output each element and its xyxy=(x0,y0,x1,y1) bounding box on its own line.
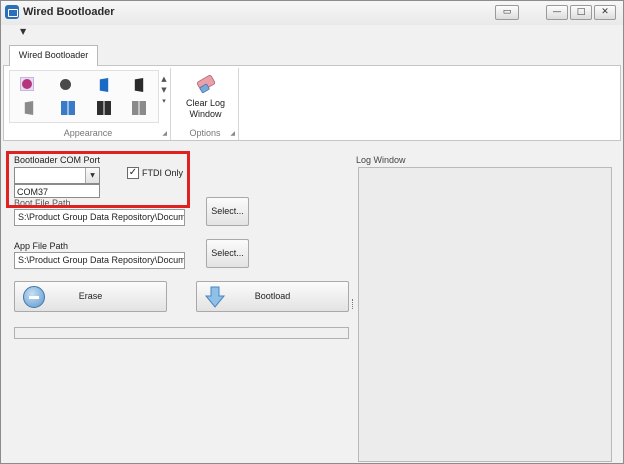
gallery-scroll-down-icon[interactable]: ▼ xyxy=(159,85,169,96)
boot-file-path-input[interactable]: S:\Product Group Data Repository\Docum xyxy=(14,209,185,226)
boot-file-path-label: Boot File Path xyxy=(14,198,71,208)
options-group: Clear Log Window Options ◢ xyxy=(172,68,239,140)
ribbon: ▲ ▼ ▾ Appearance ◢ Clear Log Window Opti… xyxy=(3,65,621,141)
com-port-dropdown-list: COM37 xyxy=(14,184,100,198)
ftdi-only-label: FTDI Only xyxy=(142,168,184,178)
gallery-scroll: ▲ ▼ ▾ xyxy=(159,74,169,107)
tiles-blue-icon[interactable] xyxy=(61,101,75,115)
com-port-option[interactable]: COM37 xyxy=(17,187,48,197)
gallery-more-icon[interactable]: ▾ xyxy=(159,96,169,107)
com-port-label: Bootloader COM Port xyxy=(14,155,101,165)
bootload-label: Bootload xyxy=(254,291,291,301)
office-dark-icon[interactable] xyxy=(134,78,144,92)
splitter-handle[interactable] xyxy=(352,299,354,309)
maximize-button[interactable]: □ xyxy=(570,5,592,20)
app-file-path-label: App File Path xyxy=(14,241,69,251)
circle-pink-icon xyxy=(22,79,32,89)
app-file-path-input[interactable]: S:\Product Group Data Repository\Docum xyxy=(14,252,185,269)
bootload-button[interactable]: Bootload xyxy=(196,281,349,312)
tiles-dark-icon[interactable] xyxy=(97,101,111,115)
app-file-select-button[interactable]: Select... xyxy=(206,239,249,268)
title-bar: Wired Bootloader ▭ — □ ✕ xyxy=(1,1,623,25)
com-port-dropdown-icon[interactable]: ▼ xyxy=(85,168,99,183)
app-icon xyxy=(5,5,19,19)
options-group-label: Options xyxy=(189,128,221,138)
progress-bar xyxy=(14,327,349,339)
clear-log-window-button[interactable]: Clear Log Window xyxy=(174,98,237,120)
clear-log-label-line2: Window xyxy=(189,109,222,119)
skin-pink-icon[interactable] xyxy=(20,77,34,91)
circle-dark-icon[interactable] xyxy=(60,79,71,90)
minimize-button[interactable]: — xyxy=(546,5,568,20)
log-window[interactable] xyxy=(358,167,612,462)
office-gray-icon[interactable] xyxy=(24,101,34,115)
ftdi-only-checkbox[interactable]: ✓ xyxy=(127,167,139,179)
erase-minus-icon xyxy=(23,286,45,308)
erase-button[interactable]: Erase xyxy=(14,281,167,312)
eraser-icon xyxy=(196,75,216,94)
clear-log-label-line1: Clear Log xyxy=(185,98,226,108)
office-blue-icon[interactable] xyxy=(99,78,109,92)
appearance-launcher-icon[interactable]: ◢ xyxy=(162,130,167,137)
appearance-group-label: Appearance xyxy=(63,128,113,138)
appearance-gallery xyxy=(9,70,159,123)
app-window: Wired Bootloader ▭ — □ ✕ ▼ Wired Bootloa… xyxy=(0,0,624,464)
tab-wired-bootloader[interactable]: Wired Bootloader xyxy=(9,45,98,66)
restore-layout-button[interactable]: ▭ xyxy=(495,5,519,20)
tiles-gray-icon[interactable] xyxy=(132,101,146,115)
close-button[interactable]: ✕ xyxy=(594,5,616,20)
appearance-group: ▲ ▼ ▾ Appearance ◢ xyxy=(6,68,171,140)
options-launcher-icon[interactable]: ◢ xyxy=(230,130,235,137)
log-window-title: Log Window xyxy=(356,155,406,165)
window-title: Wired Bootloader xyxy=(23,6,115,18)
erase-label: Erase xyxy=(78,291,103,301)
gallery-scroll-up-icon[interactable]: ▲ xyxy=(159,74,169,85)
quick-access-dropdown[interactable]: ▼ xyxy=(20,27,26,36)
download-arrow-icon xyxy=(205,286,225,308)
com-port-combo[interactable]: ▼ xyxy=(14,167,100,184)
boot-file-select-button[interactable]: Select... xyxy=(206,197,249,226)
